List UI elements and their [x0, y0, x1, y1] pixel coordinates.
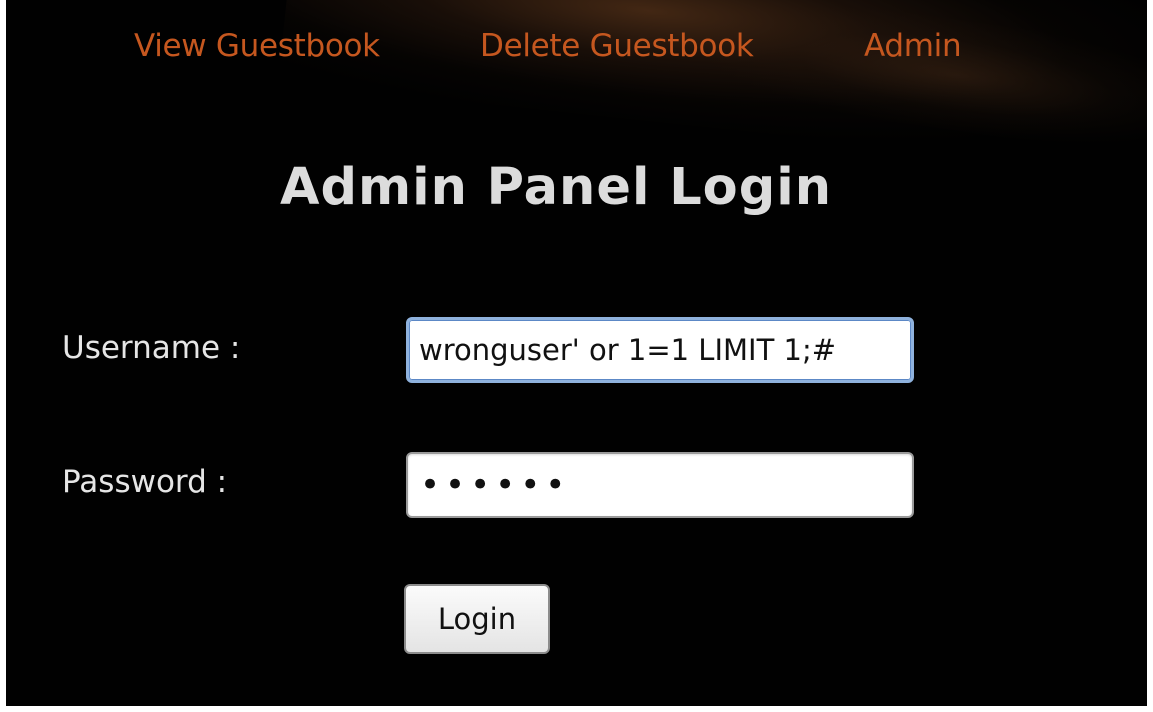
password-label: Password :: [62, 464, 228, 500]
page-title: Admin Panel Login: [279, 158, 833, 217]
nav-link-admin[interactable]: Admin: [864, 28, 962, 64]
username-label: Username :: [62, 330, 241, 366]
username-input[interactable]: [406, 317, 914, 383]
background-glow-secondary: [700, 0, 1147, 165]
nav-link-view-guestbook[interactable]: View Guestbook: [134, 28, 380, 64]
login-button[interactable]: Login: [404, 584, 550, 654]
page-frame: View Guestbook Delete Guestbook Admin Ad…: [6, 0, 1147, 706]
password-input[interactable]: [406, 452, 914, 518]
background-glow: [278, 0, 1147, 177]
nav-link-delete-guestbook[interactable]: Delete Guestbook: [480, 28, 754, 64]
top-nav: View Guestbook Delete Guestbook Admin: [6, 28, 1147, 78]
